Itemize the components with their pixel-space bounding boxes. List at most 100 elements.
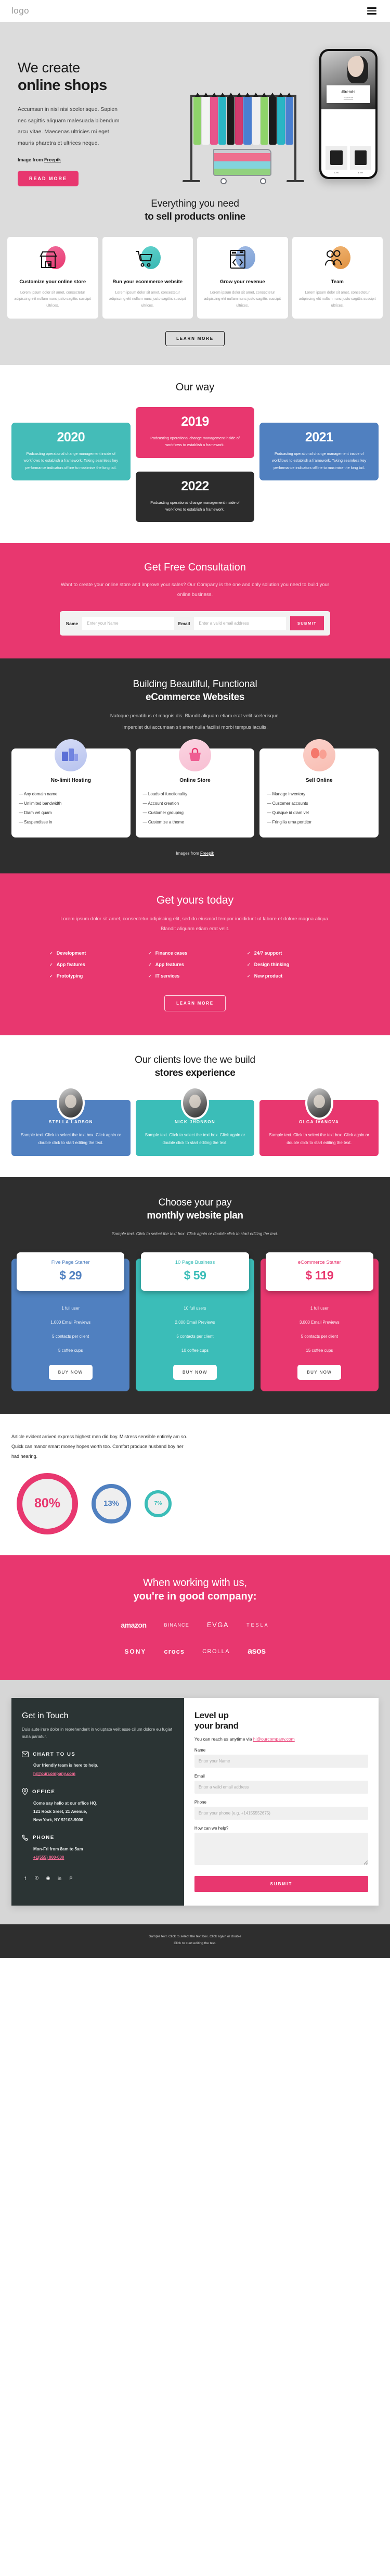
brand-logo-amazon: amazon — [121, 1620, 147, 1629]
reach-email-link[interactable]: hi@ourcompany.com — [253, 1736, 295, 1742]
ecommerce-subtitle-2: Imperdiet dui accumsan sit amet nulla fa… — [122, 725, 268, 731]
check-icon: ✓ — [247, 973, 251, 979]
storefront-icon — [38, 245, 67, 273]
feature-item: ✓ Prototyping — [49, 973, 83, 979]
buy-now-button[interactable]: BUY NOW — [297, 1365, 342, 1380]
timeline: 2020 Podcasting operational change manag… — [11, 407, 379, 523]
name-input[interactable] — [194, 1755, 368, 1768]
pricing-title-light: Choose your pay — [158, 1197, 232, 1209]
service-card[interactable]: No-limit Hosting Any domain name Unlimit… — [11, 739, 131, 837]
buy-now-button[interactable]: BUY NOW — [173, 1365, 217, 1380]
avatar — [181, 1086, 209, 1120]
hero-title-light: We create — [18, 60, 80, 75]
site-header: logo — [0, 0, 390, 22]
linkedin-icon[interactable]: in — [56, 1875, 63, 1882]
contact-form-title-line2: your brand — [194, 1721, 239, 1731]
consultation-name-input[interactable] — [82, 617, 174, 630]
our-way-title: Our way — [175, 381, 215, 393]
service-list-item: Manage inventory — [267, 790, 371, 799]
feature-text: Lorem ipsum dolor sit amet, consectetur … — [204, 291, 281, 308]
feature-item: ✓ Finance cases — [148, 950, 188, 956]
brand-logo-crolla: CROLLA — [202, 1648, 230, 1655]
map-pin-icon — [22, 1788, 28, 1796]
contact-form-reach: You can reach us anytime via hi@ourcompa… — [194, 1736, 368, 1742]
timeline-card-2019: 2019 Podcasting operational change manag… — [135, 407, 255, 458]
contact-submit-button[interactable]: SUBMIT — [194, 1876, 368, 1893]
testimonial-card: NICK JHONSON Sample text. Click to selec… — [135, 1086, 255, 1157]
consultation-submit-button[interactable]: SUBMIT — [290, 616, 324, 631]
consultation-section: Get Free Consultation Want to create you… — [0, 543, 390, 659]
get-yours-feature-grid: ✓ Development ✓ App features ✓ Prototyping … — [49, 947, 341, 982]
hero-paragraph: Accumsan in nisl nisi scelerisque. Sapie… — [18, 106, 120, 146]
service-list-item: Any domain name — [19, 790, 123, 799]
freepik-link[interactable]: Freepik — [200, 851, 214, 856]
stats-lead-text: Article evident arrived express highest … — [11, 1434, 187, 1459]
brand-row-1: amazon BINANCE EVGA TESLA — [11, 1621, 379, 1629]
service-list-item: Unlimited bandwidth — [19, 799, 123, 808]
plan-feature: 2,000 Email Previews — [175, 1320, 215, 1325]
buy-now-button[interactable]: BUY NOW — [48, 1365, 93, 1380]
get-yours-title: Get yours today — [156, 894, 234, 906]
avatar — [57, 1086, 85, 1120]
consultation-title: Get Free Consultation — [144, 562, 246, 574]
plan-feature: 10 full users — [184, 1306, 206, 1311]
consultation-email-input[interactable] — [194, 617, 286, 630]
contact-phone-link[interactable]: +1(555) 000-000 — [33, 1855, 64, 1860]
pricing-card: eCommerce Starter $ 119 1 full user 3,00… — [260, 1252, 379, 1392]
email-input[interactable] — [194, 1781, 368, 1794]
feature-card[interactable]: Team Lorem ipsum dolor sit amet, consect… — [292, 237, 383, 319]
pinterest-icon[interactable]: P — [68, 1875, 74, 1882]
timeline-text: Podcasting operational change management… — [150, 435, 240, 448]
get-yours-section: Get yours today Lorem ipsum dolor sit am… — [0, 873, 390, 1036]
brands-title: When working with us, you're in good com… — [11, 1576, 379, 1603]
feature-card[interactable]: Grow your revenue Lorem ipsum dolor sit … — [197, 237, 288, 319]
service-list-item: Customer accounts — [267, 799, 371, 808]
phone-input[interactable] — [194, 1807, 368, 1820]
consultation-subtitle: Want to create your online store and imp… — [60, 582, 330, 598]
facebook-icon[interactable]: f — [22, 1875, 29, 1882]
feature-card[interactable]: Run your ecommerce website Lorem ipsum d… — [102, 237, 193, 319]
testimonials-title: Our clients love the we build stores exp… — [11, 1054, 379, 1080]
features-learn-more-button[interactable]: LEARN MORE — [165, 331, 225, 346]
contact-heading: Get in Touch — [22, 1711, 69, 1720]
hamburger-icon[interactable] — [365, 5, 379, 16]
feature-card[interactable]: Customize your online store Lorem ipsum … — [7, 237, 98, 319]
freepik-link[interactable]: Freepik — [44, 157, 61, 162]
contact-block-email: CHART TO US Our friendly team is here to… — [22, 1752, 174, 1778]
contact-form-title-line1: Level up — [194, 1710, 229, 1720]
ecommerce-section: Building Beautiful, Functional eCommerce… — [0, 658, 390, 873]
contact-email-link[interactable]: hi@ourcompany.com — [33, 1771, 75, 1776]
ecommerce-image-credit: Images from Freepik — [11, 851, 379, 856]
twitter-icon[interactable]: ✆ — [33, 1875, 40, 1882]
code-window-icon — [228, 245, 256, 273]
message-textarea[interactable] — [194, 1833, 368, 1866]
service-list-item: Account creation — [143, 799, 248, 808]
hero-read-more-button[interactable]: READ MORE — [18, 171, 79, 187]
hero-illustration: #trends read more $ 250 $ 350 — [182, 49, 390, 184]
service-card[interactable]: Sell Online Manage inventory Customer ac… — [259, 739, 379, 837]
timeline-text: Podcasting operational change management… — [271, 451, 367, 470]
plan-feature: 5 contacts per client — [176, 1334, 214, 1339]
get-yours-learn-more-button[interactable]: LEARN MORE — [164, 995, 226, 1012]
brand-logo-sony: SONY — [124, 1647, 147, 1655]
check-icon: ✓ — [49, 962, 53, 967]
logo[interactable]: logo — [11, 6, 29, 16]
brands-title-bold: you're in good company: — [133, 1590, 257, 1602]
service-card[interactable]: Online Store Loads of functionality Acco… — [135, 739, 255, 837]
instagram-icon[interactable]: ◉ — [45, 1875, 51, 1882]
features-title-light: Everything you need — [151, 198, 239, 209]
plan-feature: 10 coffee cups — [181, 1348, 209, 1353]
contact-panel: Get in Touch Duis aute irure dolor in re… — [11, 1697, 379, 1906]
contact-block-office: OFFICE Come say hello at our office HQ. … — [22, 1788, 174, 1824]
feature-item: ✓ IT services — [148, 973, 180, 979]
feature-item: ✓ App features — [49, 962, 85, 968]
email-label: Email — [194, 1774, 205, 1779]
timeline-year: 2019 — [181, 414, 209, 429]
features-row: Customize your online store Lorem ipsum … — [0, 237, 390, 319]
ecommerce-title: Building Beautiful, Functional eCommerce… — [11, 678, 379, 704]
pricing-section: Choose your pay monthly website plan Sam… — [0, 1177, 390, 1415]
service-title: No-limit Hosting — [50, 777, 91, 783]
check-icon: ✓ — [148, 973, 152, 979]
pricing-card: Five Page Starter $ 29 1 full user 1,000… — [11, 1252, 130, 1392]
feature-column: ✓ Development ✓ App features ✓ Prototyping — [49, 947, 143, 982]
